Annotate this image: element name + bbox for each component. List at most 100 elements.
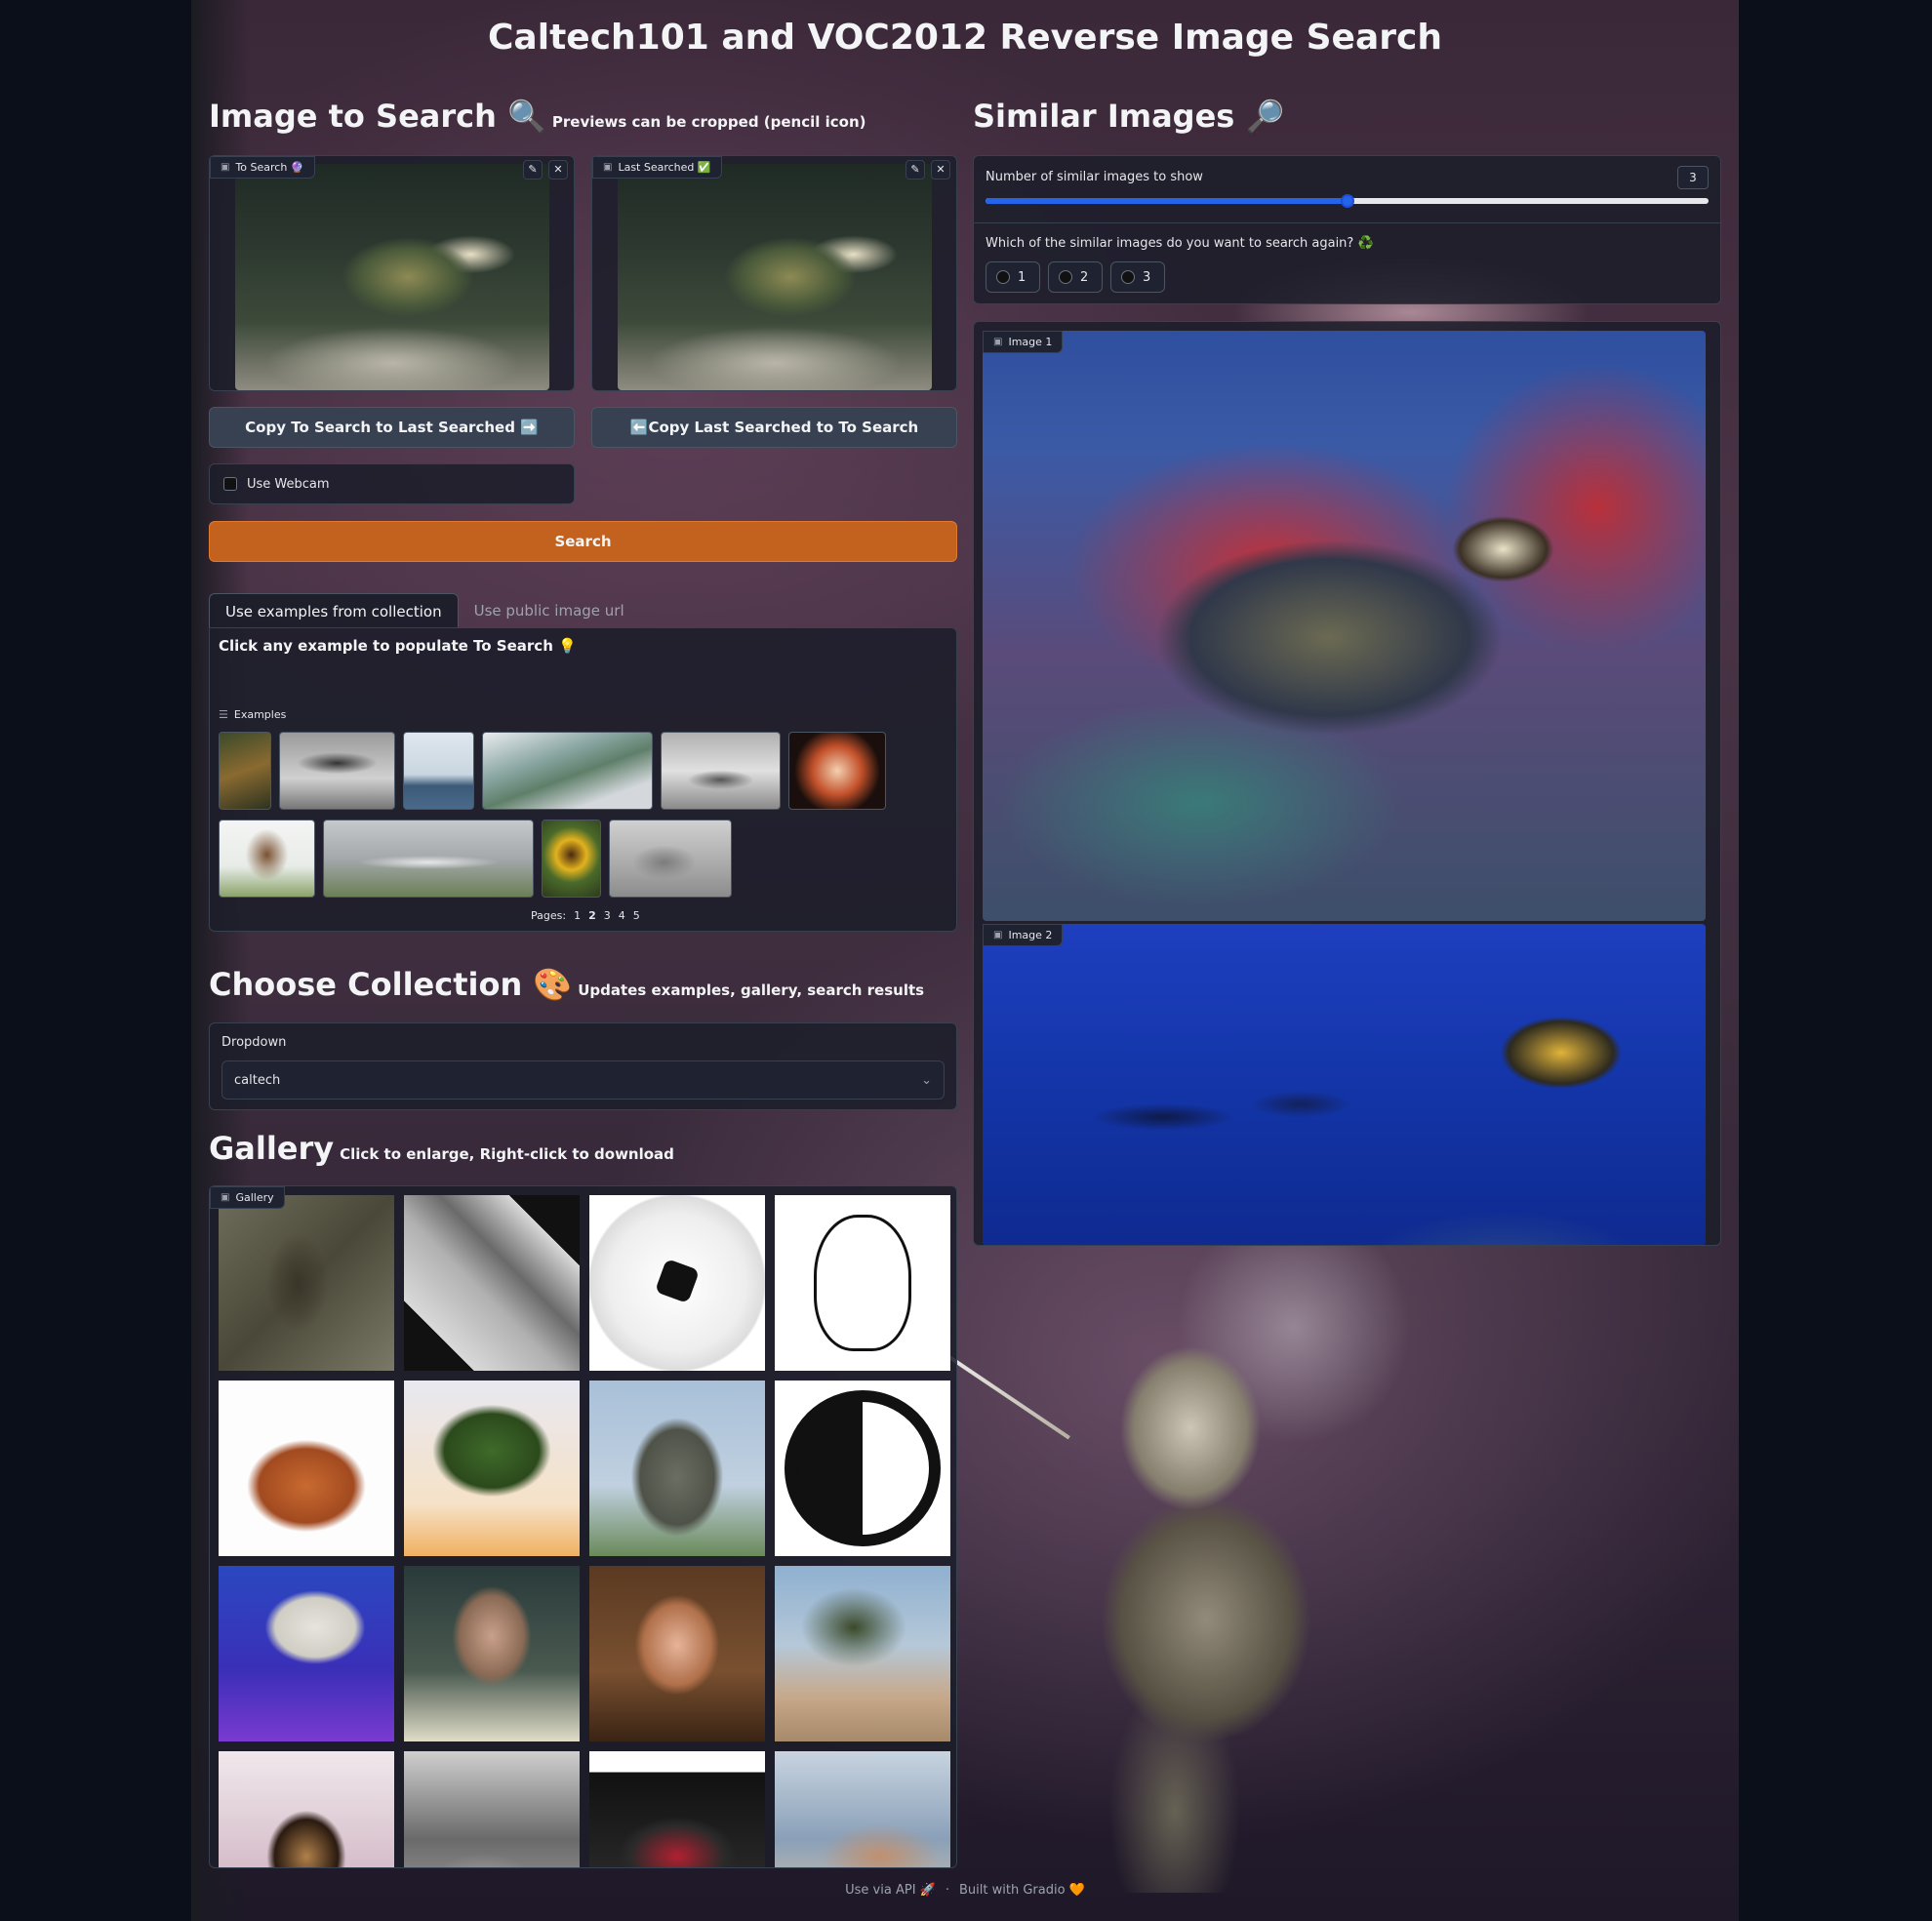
gallery-item-cougar[interactable] bbox=[219, 1751, 394, 1867]
radio-dot bbox=[996, 270, 1010, 284]
gallery-item-snoopy[interactable] bbox=[775, 1195, 950, 1371]
collection-dropdown[interactable]: caltech ⌄ bbox=[221, 1061, 945, 1100]
page-4[interactable]: 4 bbox=[619, 909, 625, 922]
slider-fill bbox=[986, 198, 1348, 204]
gallery-item-buddha[interactable] bbox=[589, 1381, 765, 1556]
slider-knob[interactable] bbox=[1340, 194, 1354, 208]
close-icon[interactable]: ✕ bbox=[548, 160, 568, 180]
image-2-label: ▣ Image 2 bbox=[983, 924, 1064, 946]
radio-option-2[interactable]: 2 bbox=[1048, 261, 1103, 293]
copy-to-search-button[interactable]: ⬅️Copy Last Searched to To Search bbox=[591, 407, 957, 448]
image-1-label: ▣ Image 1 bbox=[983, 331, 1064, 353]
image-icon: ▣ bbox=[603, 162, 613, 173]
examples-panel: Click any example to populate To Search … bbox=[209, 627, 957, 932]
example-nautilus[interactable] bbox=[788, 732, 886, 810]
page-5[interactable]: 5 bbox=[633, 909, 640, 922]
image-icon: ▣ bbox=[993, 930, 1003, 940]
examples-tabs: Use examples from collection Use public … bbox=[209, 593, 640, 628]
gallery-item-instruments[interactable] bbox=[775, 1751, 950, 1867]
page-title: Caltech101 and VOC2012 Reverse Image Sea… bbox=[488, 18, 1442, 58]
list-icon: ☰ bbox=[219, 708, 228, 721]
pages-label: Pages: bbox=[531, 909, 567, 922]
examples-label: ☰ Examples bbox=[219, 708, 287, 721]
pencil-icon[interactable]: ✎ bbox=[523, 160, 543, 180]
tab-examples[interactable]: Use examples from collection bbox=[209, 593, 459, 628]
similar-image-1[interactable]: ▣ Image 1 bbox=[983, 331, 1706, 921]
soccer-patch bbox=[654, 1258, 701, 1304]
page-1[interactable]: 1 bbox=[574, 909, 581, 922]
pencil-icon[interactable]: ✎ bbox=[906, 160, 925, 180]
radio-dot bbox=[1059, 270, 1072, 284]
example-llama[interactable] bbox=[219, 820, 315, 898]
gallery-item-joshua-tree[interactable] bbox=[775, 1566, 950, 1741]
slider-value-input[interactable]: 3 bbox=[1677, 166, 1709, 189]
to-search-tools: ✎ ✕ bbox=[523, 160, 568, 180]
example-sailboat[interactable] bbox=[403, 732, 474, 810]
similar-heading-row: Similar Images 🔎 bbox=[973, 98, 1284, 135]
similar-image-2[interactable]: ▣ Image 2 bbox=[983, 924, 1706, 1245]
page-3[interactable]: 3 bbox=[604, 909, 611, 922]
gallery-label: ▣ Gallery bbox=[210, 1186, 285, 1209]
webcam-checkbox-row[interactable]: Use Webcam bbox=[209, 463, 575, 504]
webcam-label: Use Webcam bbox=[247, 476, 330, 492]
api-link[interactable]: Use via API 🚀 bbox=[845, 1883, 936, 1898]
gallery-item-trilobite[interactable] bbox=[219, 1195, 394, 1371]
copy-to-last-button[interactable]: Copy To Search to Last Searched ➡️ bbox=[209, 407, 575, 448]
to-search-label: ▣ To Search 🔮 bbox=[210, 156, 315, 179]
gallery-item-soccer-ball[interactable] bbox=[589, 1195, 765, 1371]
gallery-hint: Click to enlarge, Right-click to downloa… bbox=[340, 1145, 674, 1163]
to-search-preview bbox=[235, 164, 549, 390]
gallery-item-minivan[interactable] bbox=[404, 1751, 580, 1867]
search-hint: Previews can be cropped (pencil icon) bbox=[551, 113, 866, 131]
last-searched-label: ▣ Last Searched ✅ bbox=[592, 156, 722, 179]
radio-option-3[interactable]: 3 bbox=[1110, 261, 1165, 293]
image-icon: ▣ bbox=[221, 1192, 230, 1203]
radio-option-1[interactable]: 1 bbox=[986, 261, 1040, 293]
image-1-preview bbox=[983, 331, 1706, 921]
close-icon[interactable]: ✕ bbox=[931, 160, 950, 180]
last-searched-preview bbox=[618, 164, 932, 390]
gallery-heading-row: Gallery Click to enlarge, Right-click to … bbox=[209, 1130, 674, 1167]
gallery-heading: Gallery Click to enlarge, Right-click to … bbox=[209, 1130, 674, 1167]
similar-heading: Similar Images 🔎 bbox=[973, 98, 1285, 135]
collection-hint: Updates examples, gallery, search result… bbox=[578, 981, 925, 999]
footer-separator: · bbox=[945, 1883, 949, 1898]
dropdown-label: Dropdown bbox=[221, 1035, 287, 1050]
collection-heading-row: Choose Collection 🎨 Updates examples, gal… bbox=[209, 966, 924, 1003]
gallery-item-face-man[interactable] bbox=[404, 1566, 580, 1741]
yin-yang-symbol bbox=[785, 1390, 941, 1546]
last-searched-tools: ✎ ✕ bbox=[906, 160, 950, 180]
tab-public-url[interactable]: Use public image url bbox=[459, 593, 640, 628]
last-searched-image[interactable]: ▣ Last Searched ✅ ✎ ✕ bbox=[591, 155, 957, 391]
examples-instruction: Click any example to populate To Search … bbox=[219, 637, 577, 655]
example-lion[interactable] bbox=[219, 732, 271, 810]
search-button[interactable]: Search bbox=[209, 521, 957, 562]
gallery-item-phone[interactable] bbox=[404, 1195, 580, 1371]
gallery-item-yin-yang[interactable] bbox=[775, 1381, 950, 1556]
page-2[interactable]: 2 bbox=[588, 909, 596, 922]
examples-pagination: Pages: 1 2 3 4 5 bbox=[531, 909, 640, 922]
search-heading-row: Image to Search 🔍 Previews can be cropped… bbox=[209, 98, 866, 135]
example-ceiling-fan[interactable] bbox=[279, 732, 395, 810]
gallery-item-motorcycle[interactable] bbox=[589, 1751, 765, 1867]
gallery-item-crab[interactable] bbox=[219, 1381, 394, 1556]
to-search-image[interactable]: ▣ To Search 🔮 ✎ ✕ bbox=[209, 155, 575, 391]
snoopy-outline bbox=[814, 1215, 911, 1351]
example-airplane[interactable] bbox=[323, 820, 534, 898]
example-elephant[interactable] bbox=[609, 820, 732, 898]
image-icon: ▣ bbox=[993, 337, 1003, 347]
gallery-item-camera[interactable] bbox=[219, 1566, 394, 1741]
gradio-link[interactable]: Built with Gradio 🧡 bbox=[959, 1883, 1085, 1898]
gallery-item-bonsai[interactable] bbox=[404, 1381, 580, 1556]
collection-dropdown-block: Dropdown caltech ⌄ bbox=[209, 1022, 957, 1110]
search-heading: Image to Search 🔍 Previews can be cropped… bbox=[209, 98, 866, 135]
example-crocodile[interactable] bbox=[482, 732, 653, 810]
example-sunflower[interactable] bbox=[542, 820, 601, 898]
chevron-down-icon: ⌄ bbox=[921, 1072, 932, 1088]
footer: Use via API 🚀 · Built with Gradio 🧡 bbox=[191, 1883, 1739, 1898]
gallery-item-face-woman[interactable] bbox=[589, 1566, 765, 1741]
image-2-preview bbox=[983, 924, 1706, 1245]
webcam-checkbox[interactable] bbox=[223, 477, 237, 491]
similar-controls: Number of similar images to show 3 Which… bbox=[973, 155, 1721, 304]
example-car[interactable] bbox=[661, 732, 781, 810]
